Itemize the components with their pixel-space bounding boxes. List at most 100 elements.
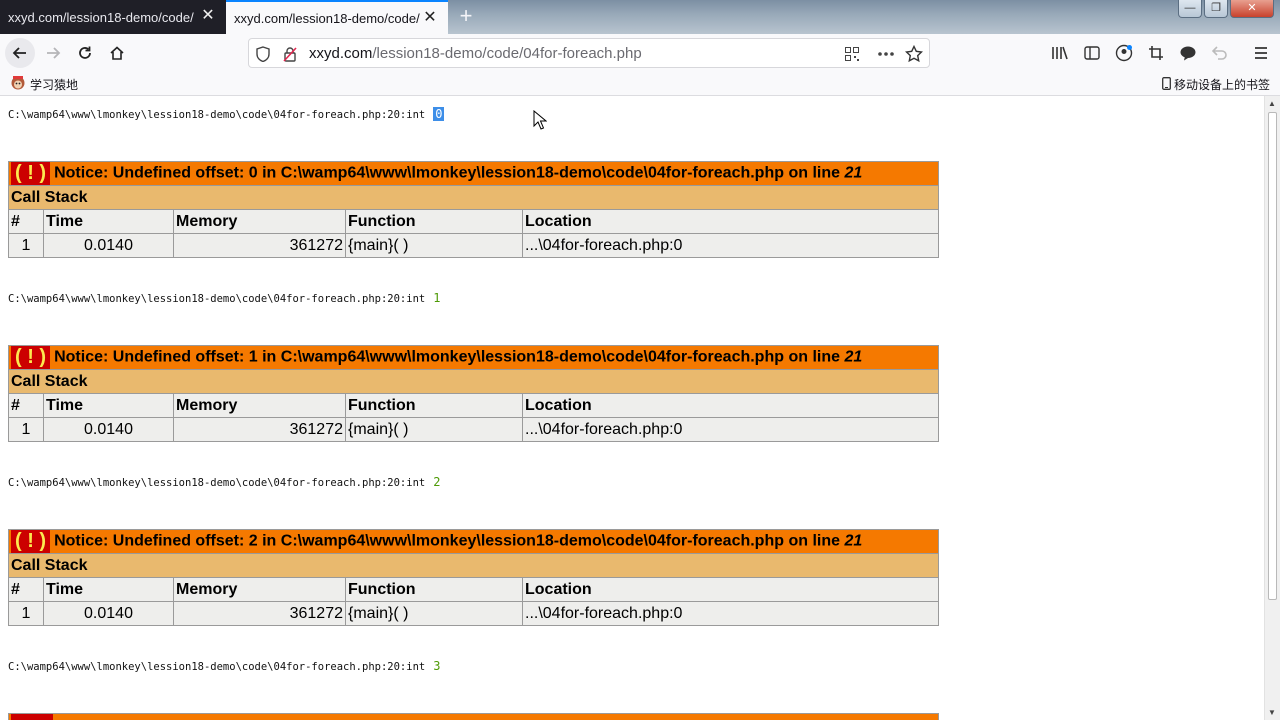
xdebug-notice-table: ( ! ) Notice: Undefined offset: 0 in C:\w… xyxy=(8,161,939,258)
bookmark-item[interactable]: 学习猿地 xyxy=(10,75,78,94)
new-tab-icon[interactable]: + xyxy=(455,5,477,27)
bookmark-star-icon[interactable] xyxy=(905,45,923,63)
cell-memory: 361272 xyxy=(173,601,346,626)
col-header-location: Location xyxy=(522,209,939,234)
col-header-memory: Memory xyxy=(173,577,346,602)
col-header-location: Location xyxy=(522,577,939,602)
cell-memory: 361272 xyxy=(173,233,346,258)
sidebar-icon[interactable] xyxy=(1083,44,1101,62)
var-dump-line: C:\wamp64\www\lmonkey\lession18-demo\cod… xyxy=(8,107,445,121)
call-stack-title: Call Stack xyxy=(8,553,939,578)
notice-header: ( ! ) Notice: Undefined offset: 1 in C:\w… xyxy=(8,345,939,370)
account-icon[interactable] xyxy=(1115,44,1133,62)
xdebug-notice-table: ( ! ) Notice: Undefined offset: 2 in C:\w… xyxy=(8,529,939,626)
title-bar: xxyd.com/lession18-demo/code/ ✕ xxyd.com… xyxy=(0,0,1280,34)
bookmark-label: 学习猿地 xyxy=(30,78,79,92)
dump-prefix: C:\wamp64\www\lmonkey\lession18-demo\cod… xyxy=(8,477,426,489)
notice-line: 21 xyxy=(844,348,863,366)
notice-header: ( ! ) Notice: Undefined offset: 2 in C:\w… xyxy=(8,529,939,554)
table-row: 1 0.0140 361272 {main}( ) ...\04for-fore… xyxy=(8,417,939,442)
dump-value: 1 xyxy=(433,291,441,305)
home-icon[interactable] xyxy=(102,38,132,68)
col-header-index: # xyxy=(8,393,44,418)
notice-message: Notice: Undefined offset: 1 in C:\wamp64… xyxy=(54,348,845,366)
scroll-down-icon[interactable]: ▼ xyxy=(1268,708,1276,717)
mobile-bookmarks-label: 移动设备上的书签 xyxy=(1173,78,1270,92)
reload-icon[interactable] xyxy=(70,38,100,68)
col-header-memory: Memory xyxy=(173,209,346,234)
col-header-time: Time xyxy=(43,209,174,234)
col-header-time: Time xyxy=(43,393,174,418)
navigation-toolbar: xxyd.com/lession18-demo/code/04for-forea… xyxy=(0,34,1280,72)
warning-bang-icon: ( ! ) xyxy=(11,162,51,185)
warning-bang-icon: ( ! ) xyxy=(11,530,51,553)
notice-header: ( ! ) Notice: Undefined offset: 0 in C:\w… xyxy=(8,161,939,186)
var-dump-line: C:\wamp64\www\lmonkey\lession18-demo\cod… xyxy=(8,475,440,489)
next-notice-header-partial xyxy=(8,713,939,720)
cell-location: ...\04for-foreach.php:0 xyxy=(522,601,939,626)
library-icon[interactable] xyxy=(1051,44,1069,62)
cell-time: 0.0140 xyxy=(43,601,174,626)
dump-prefix: C:\wamp64\www\lmonkey\lession18-demo\cod… xyxy=(8,293,426,305)
col-header-function: Function xyxy=(345,393,523,418)
scroll-up-icon[interactable]: ▲ xyxy=(1268,99,1276,108)
minimize-button[interactable]: — xyxy=(1178,0,1202,18)
close-window-button[interactable]: ✕ xyxy=(1230,0,1274,18)
col-header-time: Time xyxy=(43,577,174,602)
notice-message: Notice: Undefined offset: 0 in C:\wamp64… xyxy=(54,164,845,182)
col-header-function: Function xyxy=(345,577,523,602)
tab-active[interactable]: xxyd.com/lession18-demo/code/ ✕ xyxy=(226,0,448,34)
var-dump-line: C:\wamp64\www\lmonkey\lession18-demo\cod… xyxy=(8,291,440,305)
qr-code-icon[interactable] xyxy=(843,45,861,63)
dump-value: 3 xyxy=(433,659,441,673)
tab-title: xxyd.com/lession18-demo/code/ xyxy=(8,9,194,25)
restore-button[interactable]: ❐ xyxy=(1204,0,1228,18)
var-dump-line: C:\wamp64\www\lmonkey\lession18-demo\cod… xyxy=(8,659,440,673)
dump-value-selected[interactable]: 0 xyxy=(433,107,445,121)
url-path: /lession18-demo/code/04for-foreach.php xyxy=(372,45,642,62)
url-host: xxyd.com xyxy=(309,45,373,62)
cell-memory: 361272 xyxy=(173,417,346,442)
menu-icon[interactable] xyxy=(1252,44,1270,62)
notice-line: 21 xyxy=(844,532,863,550)
warning-bang-icon xyxy=(11,714,53,720)
close-tab-icon[interactable]: ✕ xyxy=(200,8,216,24)
cell-location: ...\04for-foreach.php:0 xyxy=(522,417,939,442)
call-stack-title: Call Stack xyxy=(8,185,939,210)
back-icon[interactable] xyxy=(5,38,35,68)
dump-prefix: C:\wamp64\www\lmonkey\lession18-demo\cod… xyxy=(8,661,426,673)
scrollbar-thumb[interactable] xyxy=(1268,112,1277,600)
table-row: 1 0.0140 361272 {main}( ) ...\04for-fore… xyxy=(8,233,939,258)
monkey-favicon-icon xyxy=(10,75,26,94)
dump-value: 2 xyxy=(433,475,441,489)
notice-line: 21 xyxy=(844,164,863,182)
cell-function: {main}( ) xyxy=(345,417,523,442)
col-header-location: Location xyxy=(522,393,939,418)
page-content: C:\wamp64\www\lmonkey\lession18-demo\cod… xyxy=(0,96,1264,720)
cell-function: {main}( ) xyxy=(345,233,523,258)
url-text[interactable]: xxyd.com/lession18-demo/code/04for-forea… xyxy=(309,45,642,62)
shield-icon[interactable] xyxy=(254,45,272,63)
table-row: 1 0.0140 361272 {main}( ) ...\04for-fore… xyxy=(8,601,939,626)
col-header-function: Function xyxy=(345,209,523,234)
window-controls: — ❐ ✕ xyxy=(1178,0,1274,20)
address-bar[interactable]: xxyd.com/lession18-demo/code/04for-forea… xyxy=(248,38,930,68)
screenshot-icon[interactable] xyxy=(1147,44,1165,62)
notice-message: Notice: Undefined offset: 2 in C:\wamp64… xyxy=(54,532,845,550)
tab-inactive[interactable]: xxyd.com/lession18-demo/code/ ✕ xyxy=(0,0,226,34)
forward-icon[interactable] xyxy=(38,38,68,68)
xdebug-notice-table: ( ! ) Notice: Undefined offset: 1 in C:\w… xyxy=(8,345,939,442)
close-tab-icon[interactable]: ✕ xyxy=(422,10,438,26)
vertical-scrollbar[interactable]: ▲ ▼ xyxy=(1264,96,1280,720)
call-stack-title: Call Stack xyxy=(8,369,939,394)
chat-bubble-icon[interactable] xyxy=(1179,44,1197,62)
insecure-lock-icon[interactable] xyxy=(281,45,299,63)
undo-icon[interactable] xyxy=(1211,44,1229,62)
col-header-index: # xyxy=(8,577,44,602)
mobile-bookmarks[interactable]: 移动设备上的书签 xyxy=(1162,76,1270,93)
page-actions-icon[interactable] xyxy=(877,45,895,63)
mouse-pointer-icon xyxy=(533,110,547,130)
cell-time: 0.0140 xyxy=(43,417,174,442)
bookmarks-bar: 学习猿地 移动设备上的书签 xyxy=(0,72,1280,96)
col-header-memory: Memory xyxy=(173,393,346,418)
